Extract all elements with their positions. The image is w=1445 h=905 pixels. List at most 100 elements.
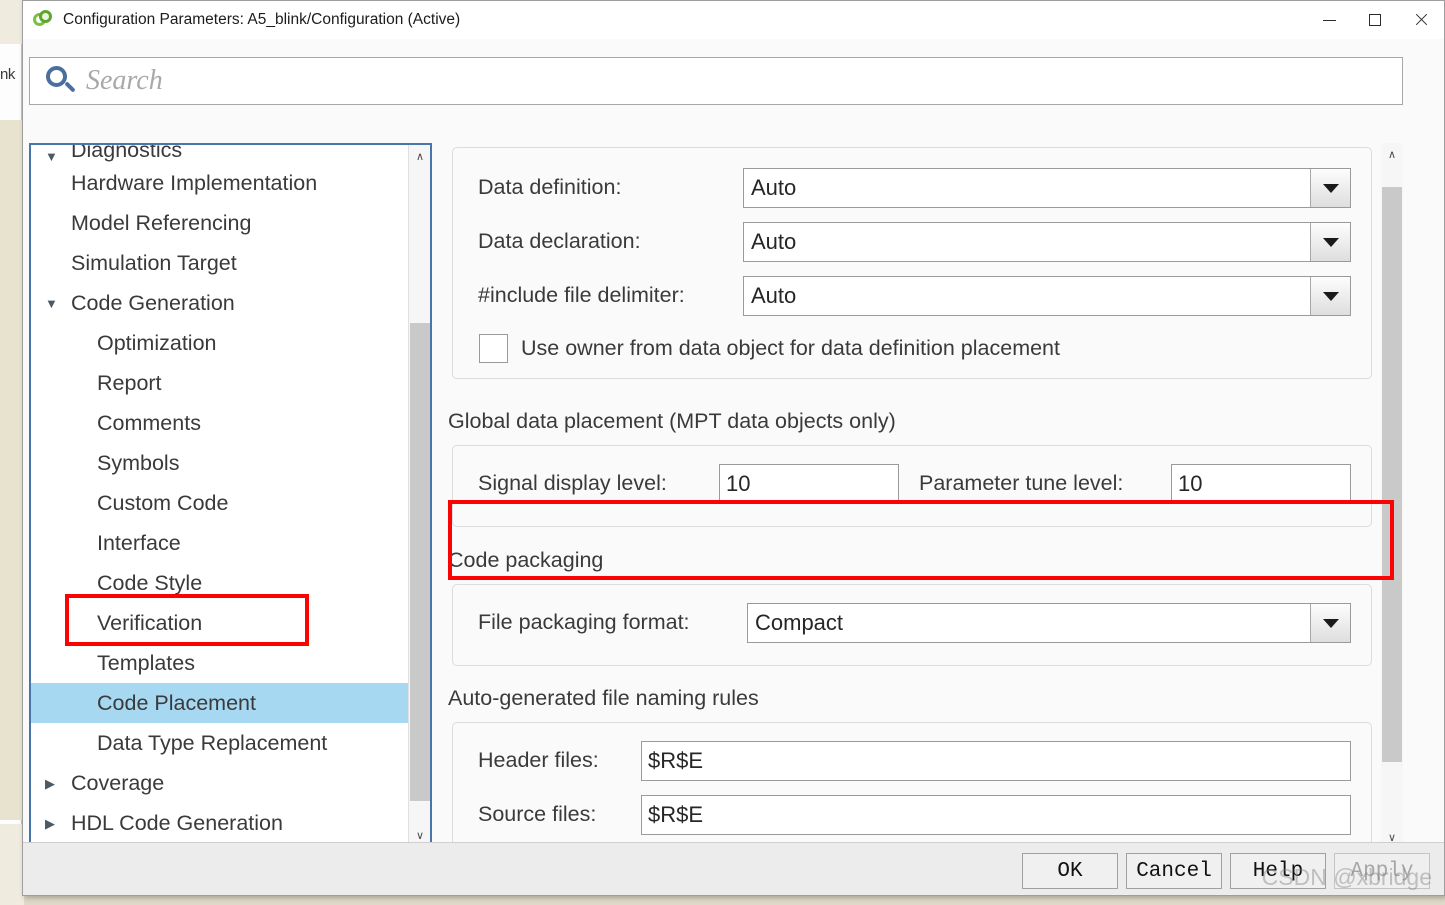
sidebar-item-hdl-code-generation[interactable]: ▶ HDL Code Generation [31, 803, 411, 843]
maximize-icon [1369, 14, 1381, 26]
search-icon [42, 62, 80, 100]
close-icon [1414, 13, 1428, 27]
sidebar-item-custom-code[interactable]: Custom Code [31, 483, 411, 523]
sidebar-item-templates[interactable]: Templates [31, 643, 411, 683]
sidebar-item-label: Code Style [97, 570, 203, 595]
sidebar-scroll-up-icon[interactable]: ∧ [409, 145, 430, 167]
sidebar-item-label: Simulation Target [71, 250, 237, 275]
signal-display-level-label: Signal display level: [478, 471, 667, 495]
settings-tree[interactable]: ▼ Diagnostics Hardware Implementation Model… [31, 145, 411, 846]
search-bar[interactable] [29, 57, 1403, 105]
parameter-tune-level-label: Parameter tune level: [919, 471, 1124, 495]
sidebar-item-coverage[interactable]: ▶ Coverage [31, 763, 411, 803]
chevron-down-icon[interactable]: ▼ [45, 150, 67, 163]
use-owner-checkbox[interactable] [479, 334, 508, 363]
sidebar-item-code-placement[interactable]: Code Placement [31, 683, 411, 723]
file-packaging-format-label: File packaging format: [478, 610, 690, 634]
sidebar-item-simulation-target[interactable]: Simulation Target [31, 243, 411, 283]
data-declaration-value: Auto [751, 229, 797, 254]
global-data-placement-group: Signal display level: Parameter tune lev… [452, 445, 1372, 527]
global-data-placement-title: Global data placement (MPT data objects … [448, 409, 896, 433]
sidebar-scrollbar[interactable]: ∧ ∨ [408, 145, 430, 846]
background-window-label: nk [0, 66, 15, 83]
help-button[interactable]: Help [1230, 853, 1326, 889]
header-files-input[interactable] [641, 741, 1351, 781]
sidebar-item-label: Interface [97, 530, 181, 555]
header-files-label: Header files: [478, 748, 599, 772]
chevron-down-icon[interactable]: ▼ [45, 297, 67, 310]
dialog-footer: OK Cancel Help Apply CSDN @xbridge [23, 842, 1444, 895]
sidebar-item-code-style[interactable]: Code Style [31, 563, 411, 603]
sidebar-item-verification[interactable]: Verification [31, 603, 411, 643]
maximize-button[interactable] [1352, 1, 1398, 39]
sidebar-item-label: Code Generation [71, 290, 235, 315]
signal-display-level-input[interactable] [719, 464, 899, 504]
settings-tree-panel: ▼ Diagnostics Hardware Implementation Model… [29, 143, 432, 848]
sidebar-item-diagnostics[interactable]: ▼ Diagnostics [31, 145, 411, 163]
sidebar-item-label: Verification [97, 610, 203, 635]
code-packaging-group: File packaging format: Compact [452, 584, 1372, 666]
sidebar-item-label: Coverage [71, 770, 165, 795]
file-naming-rules-group: Header files: Source files: [452, 722, 1372, 848]
sidebar-scrollbar-thumb[interactable] [410, 323, 430, 801]
sidebar-item-label: Comments [97, 410, 201, 435]
sidebar-item-model-referencing[interactable]: Model Referencing [31, 203, 411, 243]
data-placement-group: Data definition: Auto Data declaration: … [452, 147, 1372, 379]
sidebar-item-label: Hardware Implementation [71, 170, 318, 195]
chevron-down-icon[interactable] [1310, 277, 1350, 315]
settings-content-panel: Data definition: Auto Data declaration: … [444, 143, 1403, 848]
include-file-delimiter-value: Auto [751, 283, 797, 308]
chevron-down-icon[interactable] [1310, 169, 1350, 207]
parameter-tune-level-input[interactable] [1171, 464, 1351, 504]
ok-button[interactable]: OK [1022, 853, 1118, 889]
title-bar: Configuration Parameters: A5_blink/Confi… [23, 1, 1444, 39]
chevron-right-icon[interactable]: ▶ [45, 817, 67, 830]
sidebar-item-report[interactable]: Report [31, 363, 411, 403]
window-title: Configuration Parameters: A5_blink/Confi… [63, 11, 461, 28]
use-owner-label: Use owner from data object for data defi… [521, 336, 1060, 360]
sidebar-item-label: Diagnostics [71, 145, 183, 162]
apply-button: Apply [1334, 853, 1430, 889]
content-scrollbar-thumb[interactable] [1382, 187, 1402, 762]
sidebar-item-label: Optimization [97, 330, 217, 355]
cancel-button[interactable]: Cancel [1126, 853, 1222, 889]
sidebar-item-symbols[interactable]: Symbols [31, 443, 411, 483]
file-packaging-format-value: Compact [755, 610, 844, 635]
data-definition-dropdown[interactable]: Auto [743, 168, 1351, 208]
code-packaging-title: Code packaging [448, 548, 604, 572]
sidebar-item-label: Model Referencing [71, 210, 252, 235]
sidebar-item-comments[interactable]: Comments [31, 403, 411, 443]
data-declaration-dropdown[interactable]: Auto [743, 222, 1351, 262]
window-controls [1306, 1, 1444, 39]
data-definition-value: Auto [751, 175, 797, 200]
file-packaging-format-dropdown[interactable]: Compact [747, 603, 1351, 643]
sidebar-item-label: Templates [97, 650, 195, 675]
minimize-button[interactable] [1306, 1, 1352, 39]
code-placement-pane: Data definition: Auto Data declaration: … [444, 143, 1380, 848]
content-scroll-up-icon[interactable]: ∧ [1381, 143, 1403, 165]
source-files-label: Source files: [478, 802, 597, 826]
screen: nk Configuration Parameters: A5_blink/Co… [0, 0, 1445, 905]
sidebar-item-hardware-implementation[interactable]: Hardware Implementation [31, 163, 411, 203]
sidebar-item-label: Symbols [97, 450, 180, 475]
dialog-button-row: OK Cancel Help Apply [1022, 853, 1430, 889]
include-file-delimiter-dropdown[interactable]: Auto [743, 276, 1351, 316]
chevron-down-icon[interactable] [1310, 223, 1350, 261]
background-window-canvas [0, 120, 22, 820]
use-owner-checkbox-row[interactable]: Use owner from data object for data defi… [479, 334, 1060, 363]
sidebar-item-data-type-replacement[interactable]: Data Type Replacement [31, 723, 411, 763]
sidebar-item-label: Custom Code [97, 490, 229, 515]
chevron-right-icon[interactable]: ▶ [45, 777, 67, 790]
sidebar-item-code-generation[interactable]: ▼ Code Generation [31, 283, 411, 323]
close-button[interactable] [1398, 1, 1444, 39]
sidebar-item-interface[interactable]: Interface [31, 523, 411, 563]
content-scrollbar[interactable]: ∧ ∨ [1381, 143, 1403, 848]
sidebar-item-optimization[interactable]: Optimization [31, 323, 411, 363]
search-input[interactable] [86, 60, 1366, 102]
source-files-input[interactable] [641, 795, 1351, 835]
data-definition-label: Data definition: [478, 175, 622, 199]
data-declaration-label: Data declaration: [478, 229, 641, 253]
simulink-icon [32, 9, 54, 31]
chevron-down-icon[interactable] [1310, 604, 1350, 642]
desktop-background: nk [0, 0, 24, 905]
